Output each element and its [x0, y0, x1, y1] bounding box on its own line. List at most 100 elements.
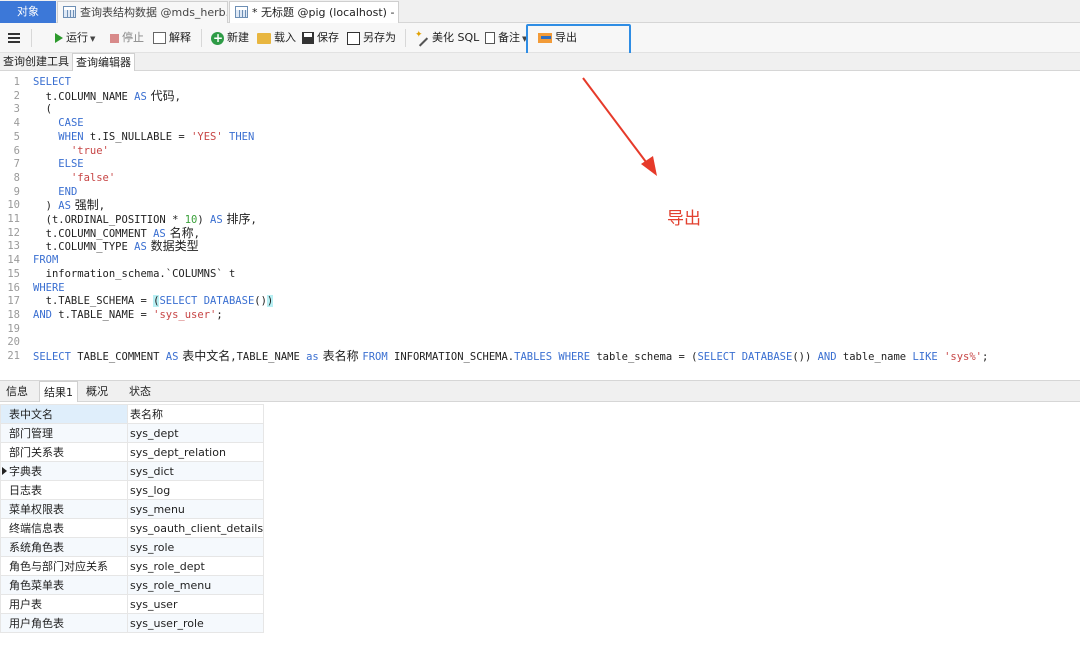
line-number: 7 — [13, 158, 20, 171]
tab-query-table-structure[interactable]: 查询表结构数据 @mds_herb... — [57, 1, 228, 23]
table-cell[interactable]: 角色与部门对应关系 — [0, 556, 128, 576]
table-row[interactable]: 部门管理 sys_dept — [0, 423, 265, 443]
stop-button[interactable]: 停止 — [110, 29, 144, 47]
table-cell[interactable]: 部门关系表 — [0, 442, 128, 462]
result-grid[interactable]: 表中文名 表名称 部门管理 sys_dept 部门关系表 sys_dept_relat… — [0, 404, 265, 633]
tab-info[interactable]: 信息 — [2, 381, 32, 402]
table-row[interactable]: 角色菜单表 sys_role_menu — [0, 575, 265, 595]
table-cell[interactable]: 用户表 — [0, 594, 128, 614]
tab-query-editor[interactable]: 查询编辑器 — [72, 53, 135, 71]
table-cell[interactable]: 用户角色表 — [0, 613, 128, 633]
line-number: 9 — [13, 185, 20, 198]
cell-text: 系统角色表 — [9, 541, 64, 554]
table-row[interactable]: 系统角色表 sys_role — [0, 537, 265, 557]
table-cell[interactable]: sys_menu — [126, 499, 265, 519]
table-row[interactable]: 用户角色表 sys_user_role — [0, 613, 265, 633]
table-row[interactable]: 菜单权限表 sys_menu — [0, 499, 265, 519]
table-cell[interactable]: sys_role — [126, 537, 265, 557]
code-token: t.TABLE_SCHEMA = — [33, 295, 154, 308]
code-text: 'false' — [33, 172, 115, 186]
annotation-label: 导出 — [667, 209, 701, 229]
table-cell[interactable]: sys_log — [126, 480, 265, 500]
code-token: ()) — [792, 351, 818, 363]
column-header[interactable]: 表名称 — [126, 404, 265, 424]
table-row[interactable]: 角色与部门对应关系 sys_role_dept — [0, 556, 265, 576]
run-button[interactable]: 运行 ▼ — [55, 29, 95, 47]
code-token: AS — [58, 200, 71, 213]
beautify-sql-button[interactable]: 美化 SQL — [415, 26, 479, 47]
code-token: , — [250, 214, 257, 226]
save-button[interactable]: 保存 — [302, 29, 339, 47]
code-token: AS — [165, 351, 179, 363]
tab-result-1[interactable]: 结果1 — [39, 381, 78, 402]
code-token: 排序 — [222, 212, 251, 226]
table-cell[interactable]: sys_role_menu — [126, 575, 265, 595]
table-cell[interactable]: 日志表 — [0, 480, 128, 500]
table-cell[interactable]: 菜单权限表 — [0, 499, 128, 519]
code-token: TABLES — [514, 351, 553, 363]
code-token: ) — [266, 295, 274, 308]
table-row[interactable]: 字典表 sys_dict — [0, 461, 265, 481]
code-token: ) — [33, 200, 59, 213]
code-token: , — [98, 200, 106, 213]
menu-button[interactable] — [8, 29, 20, 47]
code-token: SELECT — [33, 351, 71, 363]
new-label: 新建 — [227, 31, 249, 44]
note-button[interactable]: 备注 ▼ — [485, 29, 527, 47]
code-text: 'true' — [33, 145, 109, 159]
table-cell[interactable]: 系统角色表 — [0, 537, 128, 557]
line-number: 5 — [13, 130, 20, 143]
tab-status[interactable]: 状态 — [125, 381, 155, 402]
table-cell[interactable]: 终端信息表 — [0, 518, 128, 538]
table-cell[interactable]: sys_dict — [126, 461, 265, 481]
line-number: 14 — [7, 254, 20, 267]
table-cell[interactable]: 部门管理 — [0, 423, 128, 443]
explain-button[interactable]: 解释 — [153, 29, 191, 47]
table-cell[interactable]: sys_dept — [126, 423, 265, 443]
load-button[interactable]: 载入 — [257, 29, 296, 47]
code-token: 10 — [184, 214, 198, 226]
sql-editor[interactable]: 1 SELECT 2 t.COLUMN_NAME AS 代码, 3 (4 CASE 5 … — [0, 72, 1080, 378]
table-cell[interactable]: sys_user — [126, 594, 265, 614]
table-row[interactable]: 日志表 sys_log — [0, 480, 265, 500]
table-cell[interactable]: sys_dept_relation — [126, 442, 265, 462]
cell-text: sys_oauth_client_details — [130, 521, 264, 535]
line-number: 1 — [13, 76, 20, 88]
table-row[interactable]: 部门关系表 sys_dept_relation — [0, 442, 265, 462]
table-row[interactable]: 用户表 sys_user — [0, 594, 265, 614]
document-icon — [485, 32, 495, 44]
table-cell[interactable]: 字典表 — [0, 461, 128, 481]
chevron-down-icon[interactable]: ▼ — [90, 35, 95, 43]
code-token: table_name — [836, 351, 913, 363]
line-number: 20 — [7, 336, 20, 349]
tab-objects[interactable]: 对象 — [0, 1, 56, 23]
code-token: WHEN — [58, 130, 84, 143]
code-token: t.IS_NULLABLE = — [83, 130, 192, 143]
table-cell[interactable]: sys_role_dept — [126, 556, 265, 576]
tab-label: * 无标题 @pig (localhost) - ... — [252, 6, 399, 19]
column-header[interactable]: 表中文名 — [0, 404, 128, 424]
table-row[interactable]: 终端信息表 sys_oauth_client_details — [0, 518, 265, 538]
code-token: 强制 — [70, 198, 99, 213]
cell-text: sys_user — [130, 597, 178, 611]
current-row-indicator-icon — [2, 467, 7, 475]
code-token: , — [193, 227, 200, 240]
table-icon — [235, 6, 248, 18]
code-token: information_schema.`COLUMNS` t — [33, 267, 236, 280]
table-cell[interactable]: sys_user_role — [126, 613, 265, 633]
save-as-button[interactable]: 另存为 — [347, 29, 396, 47]
code-token: SELECT DATABASE — [697, 351, 793, 363]
new-button[interactable]: 新建 — [211, 29, 249, 47]
code-text: END — [33, 186, 77, 200]
line-number: 4 — [13, 117, 20, 130]
add-icon — [211, 29, 224, 47]
table-cell[interactable]: 角色菜单表 — [0, 575, 128, 595]
editor-mode-tabs: 查询创建工具 查询编辑器 — [0, 53, 1080, 71]
table-cell[interactable]: sys_oauth_client_details — [126, 518, 265, 538]
explain-label: 解释 — [169, 31, 191, 44]
tab-query-builder[interactable]: 查询创建工具 — [0, 53, 72, 71]
tab-untitled-query[interactable]: * 无标题 @pig (localhost) - ... — [229, 1, 399, 23]
tab-overview[interactable]: 概况 — [82, 381, 112, 402]
code-token: ELSE — [58, 158, 84, 171]
